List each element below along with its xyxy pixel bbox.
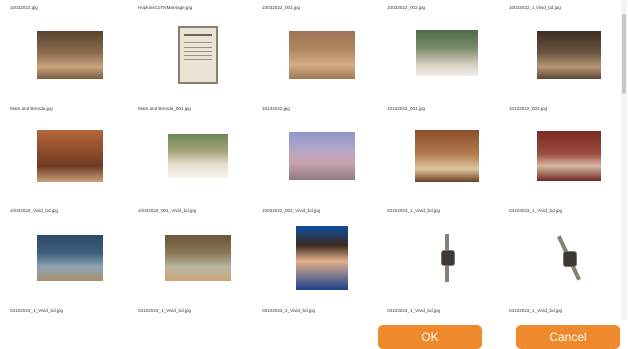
ok-button[interactable]: OK <box>378 325 482 349</box>
photo-thumbnail[interactable] <box>37 235 103 281</box>
thumbnail-cell[interactable]: 10032022_001_Vivid_bd.jpg <box>138 208 258 308</box>
file-name: 10132022_002.jpg <box>509 106 548 111</box>
thumbnail-cell[interactable]: 10132022_002.jpg <box>509 106 628 206</box>
photo-thumbnail[interactable] <box>289 31 355 79</box>
photo-thumbnail[interactable] <box>289 132 355 180</box>
thumbnail-cell[interactable]: 03102023_2_Vivid_bd.jpg <box>262 308 382 320</box>
thumbnail-cell[interactable]: 10032022_001.jpg <box>262 5 382 105</box>
file-name: 10032022_002.jpg <box>387 5 426 10</box>
scrollbar-thumb[interactable] <box>622 14 626 94</box>
file-name: 10132022.jpg <box>262 106 290 111</box>
file-name: 03102023_1_Vivid_bd.jpg <box>509 308 563 313</box>
file-name: 03102023_2_Vivid_bd.jpg <box>262 308 316 313</box>
thumbnail-cell[interactable]: 10132022.jpg <box>262 106 382 206</box>
photo-thumbnail[interactable] <box>537 31 601 79</box>
thumbnail-cell[interactable]: 03102023_1_Vivid_bd.jpg <box>509 308 628 320</box>
photo-thumbnail[interactable] <box>168 134 228 178</box>
file-name: 10132022_001.jpg <box>387 106 426 111</box>
file-name: 10032022_002_Vivid_bd.jpg <box>262 208 321 213</box>
photo-thumbnail[interactable] <box>296 226 348 290</box>
watch-thumbnail[interactable] <box>438 234 456 282</box>
thumbnail-cell[interactable]: 10032022_Vivid_bd.jpg <box>10 208 130 308</box>
photo-thumbnail[interactable] <box>37 31 103 79</box>
thumbnail-cell[interactable]: 03102023_1_Vivid_bd.jpg <box>509 208 628 308</box>
file-name: 10032022_001_Vivid_bd.jpg <box>138 208 197 213</box>
thumbnail-cell[interactable]: 03102023_1_Vivid_bd.jpg <box>387 308 507 320</box>
file-name: 03102023_1_Vivid_bd.jpg <box>387 208 441 213</box>
thumbnail-cell[interactable]: 03102023_1_Vivid_bd.jpg <box>10 308 130 320</box>
cancel-button[interactable]: Cancel <box>516 325 620 349</box>
photo-thumbnail[interactable] <box>416 30 478 80</box>
thumbnail-cell[interactable]: 03102023_1_Vivid_bd.jpg <box>387 208 507 308</box>
thumbnail-cell[interactable]: HopkinsCoTNMarriage.jpg <box>138 5 258 105</box>
vertical-scrollbar[interactable] <box>621 0 627 320</box>
photo-thumbnail[interactable] <box>37 130 103 182</box>
file-name: 03102023_1_Vivid_bd.jpg <box>509 208 563 213</box>
document-thumbnail[interactable] <box>178 26 218 84</box>
thumbnail-cell[interactable]: 10032022_002.jpg <box>387 5 507 105</box>
file-name: 03102023_1_Vivid_bd.jpg <box>138 308 192 313</box>
file-name: 10032022_001.jpg <box>262 5 301 10</box>
file-name: Mark and Brenda.jpg <box>10 106 53 111</box>
photo-thumbnail[interactable] <box>165 235 231 281</box>
photo-thumbnail[interactable] <box>537 131 601 181</box>
thumbnail-cell[interactable]: 10032022_002_Vivid_bd.jpg <box>262 208 382 308</box>
thumbnail-cell[interactable]: 10132022_001.jpg <box>387 106 507 206</box>
thumbnail-cell[interactable]: 10032022_1.Vivid_bd.jpg <box>509 5 628 105</box>
thumbnail-cell[interactable]: 10032022.jpg <box>10 5 130 105</box>
file-name: 10032022.jpg <box>10 5 38 10</box>
thumbnail-grid: 10032022.jpg HopkinsCoTNMarriage.jpg 100… <box>0 0 620 320</box>
photo-thumbnail[interactable] <box>415 130 479 182</box>
thumbnail-cell[interactable]: Mark and Brenda.jpg <box>10 106 130 206</box>
file-name: HopkinsCoTNMarriage.jpg <box>138 5 193 10</box>
watch-thumbnail[interactable] <box>556 234 582 282</box>
file-name: 10032022_1.Vivid_bd.jpg <box>509 5 561 10</box>
file-name: 03102023_1_Vivid_bd.jpg <box>10 308 64 313</box>
thumbnail-cell[interactable]: Mark and Brenda_001.jpg <box>138 106 258 206</box>
file-name: Mark and Brenda_001.jpg <box>138 106 191 111</box>
file-name: 03102023_1_Vivid_bd.jpg <box>387 308 441 313</box>
file-name: 10032022_Vivid_bd.jpg <box>10 208 58 213</box>
thumbnail-cell[interactable]: 03102023_1_Vivid_bd.jpg <box>138 308 258 320</box>
